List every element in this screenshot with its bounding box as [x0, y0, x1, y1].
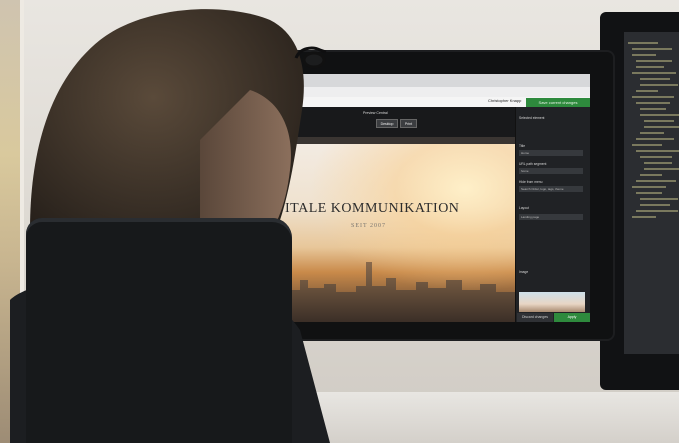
code-editor-screen	[624, 32, 679, 354]
user-name[interactable]: Christopher Knapp	[488, 98, 521, 103]
preview-mode-print[interactable]: Print	[400, 119, 417, 128]
preview-title: Preview Central	[363, 111, 388, 115]
field-title[interactable]: Home	[519, 150, 583, 156]
glasses-icon	[294, 46, 327, 69]
field-label-image: Image	[519, 270, 529, 274]
image-thumbnail[interactable]	[519, 292, 585, 312]
save-changes-button[interactable]: Save current changes	[526, 98, 590, 107]
field-layout[interactable]: Landing page	[519, 214, 583, 220]
field-label-hide: Hide from menu	[519, 180, 543, 184]
field-label-url: URL path segment	[519, 162, 547, 166]
hero-subtitle: SEIT 2007	[351, 223, 387, 229]
photo-scene: Christopher Knapp Save current changes P…	[0, 0, 679, 443]
preview-mode-desktop[interactable]: Desktop	[376, 119, 398, 128]
office-chair	[26, 218, 292, 443]
apply-button[interactable]: Apply	[554, 313, 590, 322]
field-url[interactable]: home	[519, 168, 583, 174]
inspector-section-label: Selected element	[519, 116, 545, 120]
field-hide[interactable]: Search Order, logo, tags, theme	[519, 186, 583, 192]
discard-changes-button[interactable]: Discard changes	[517, 313, 553, 322]
field-label-title: Title	[519, 144, 526, 148]
field-label-layout: Layout	[519, 206, 529, 210]
